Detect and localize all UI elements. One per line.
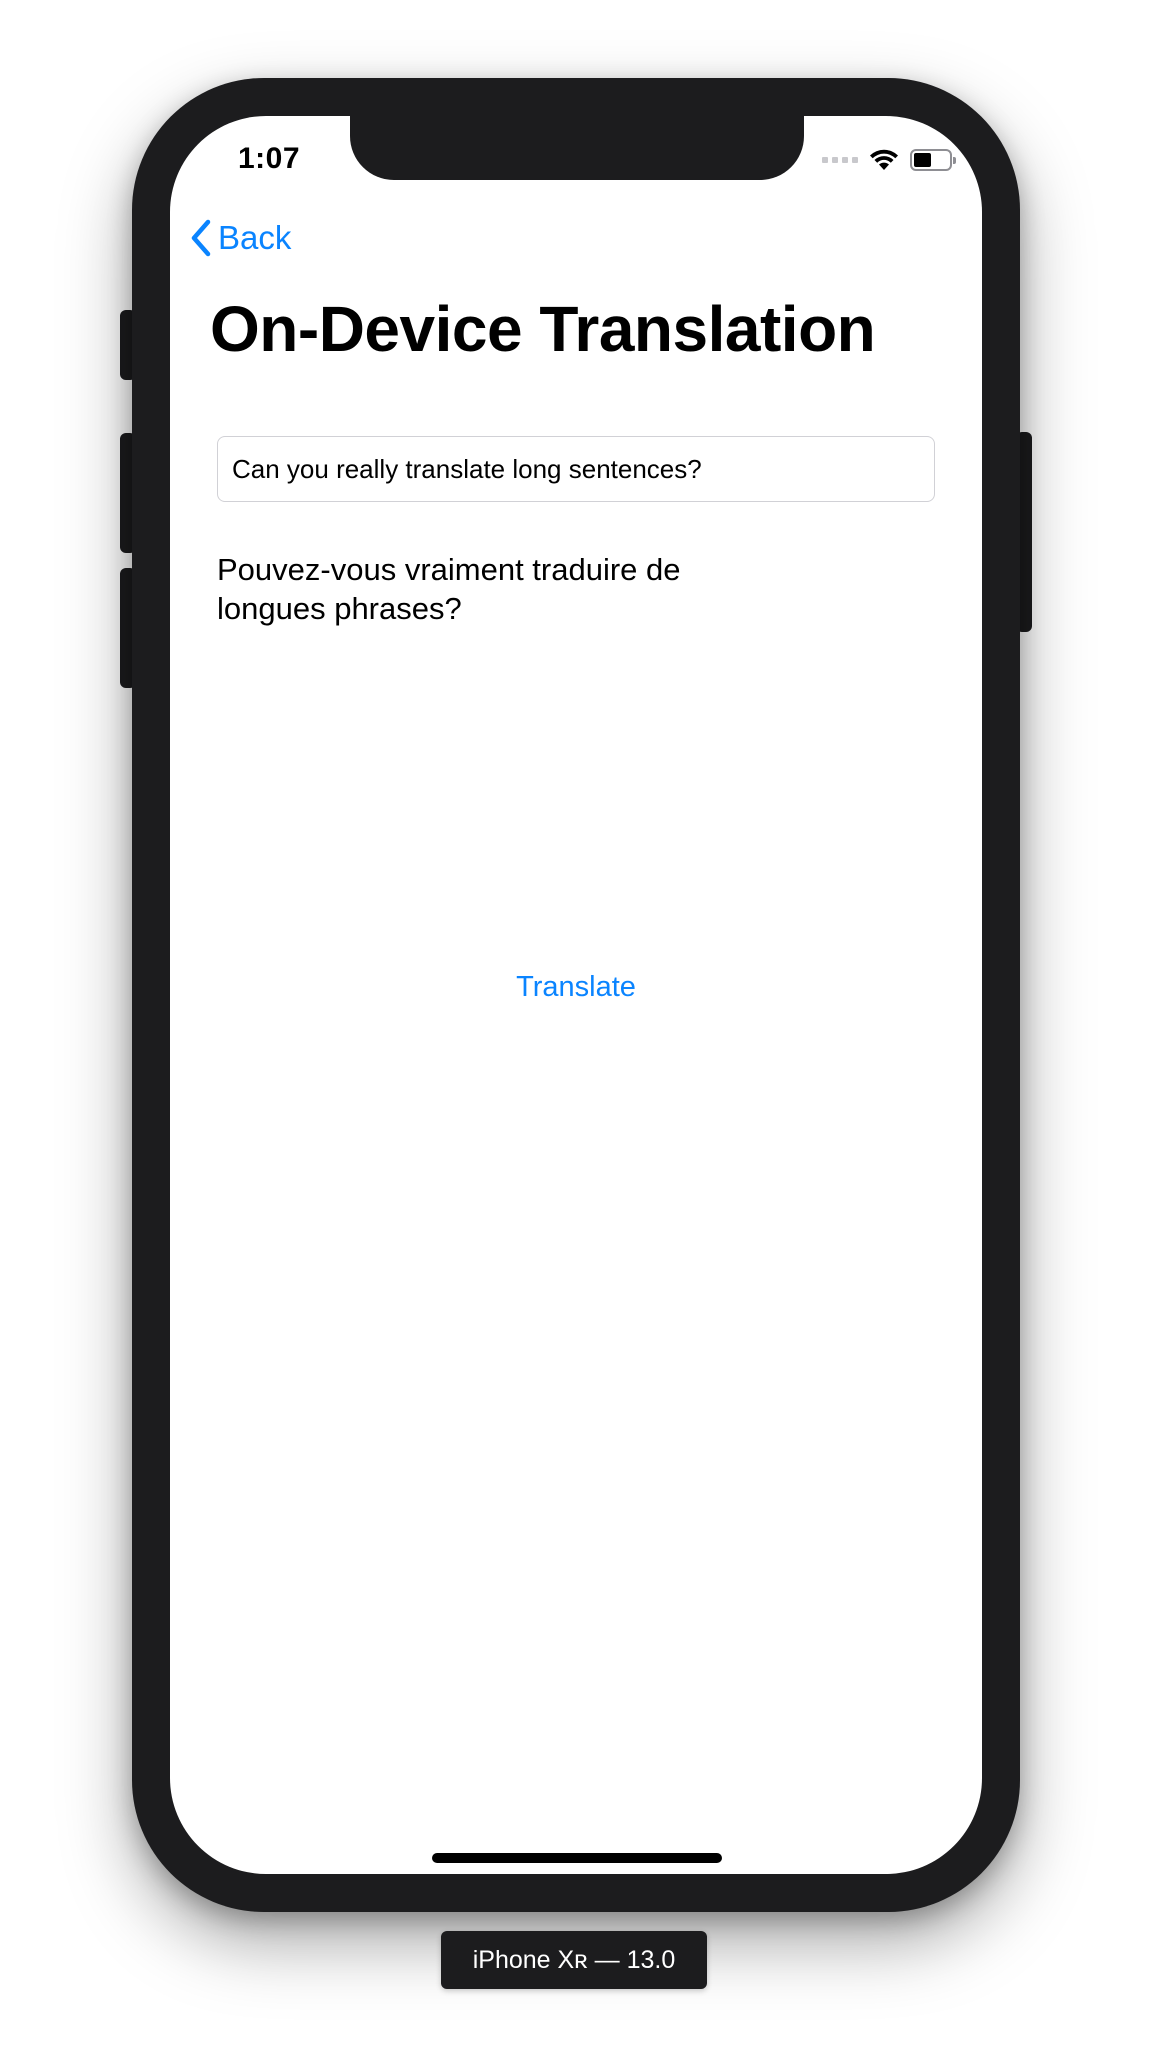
phone-frame: 1:07 Back On-Device Translation Pouve	[132, 78, 1020, 1912]
notch	[350, 116, 804, 180]
back-button-label: Back	[218, 219, 292, 256]
home-indicator[interactable]	[432, 1853, 722, 1863]
chevron-left-icon	[191, 219, 211, 257]
translated-text: Pouvez-vous vraiment traduire de longues…	[217, 552, 681, 626]
status-time: 1:07	[238, 142, 301, 175]
wifi-icon	[870, 149, 898, 170]
phone-screen: 1:07 Back On-Device Translation Pouve	[170, 116, 982, 1874]
back-button[interactable]: Back	[190, 219, 291, 257]
battery-icon	[910, 149, 956, 171]
battery-level	[914, 153, 931, 167]
translate-button[interactable]: Translate	[170, 971, 982, 1004]
page-title: On-Device Translation	[210, 293, 876, 365]
simulator-device-label: iPhone Xʀ — 13.0	[441, 1931, 707, 1989]
source-text-input[interactable]	[217, 436, 935, 502]
cellular-signal-icon	[822, 157, 858, 163]
status-icons	[822, 148, 956, 172]
